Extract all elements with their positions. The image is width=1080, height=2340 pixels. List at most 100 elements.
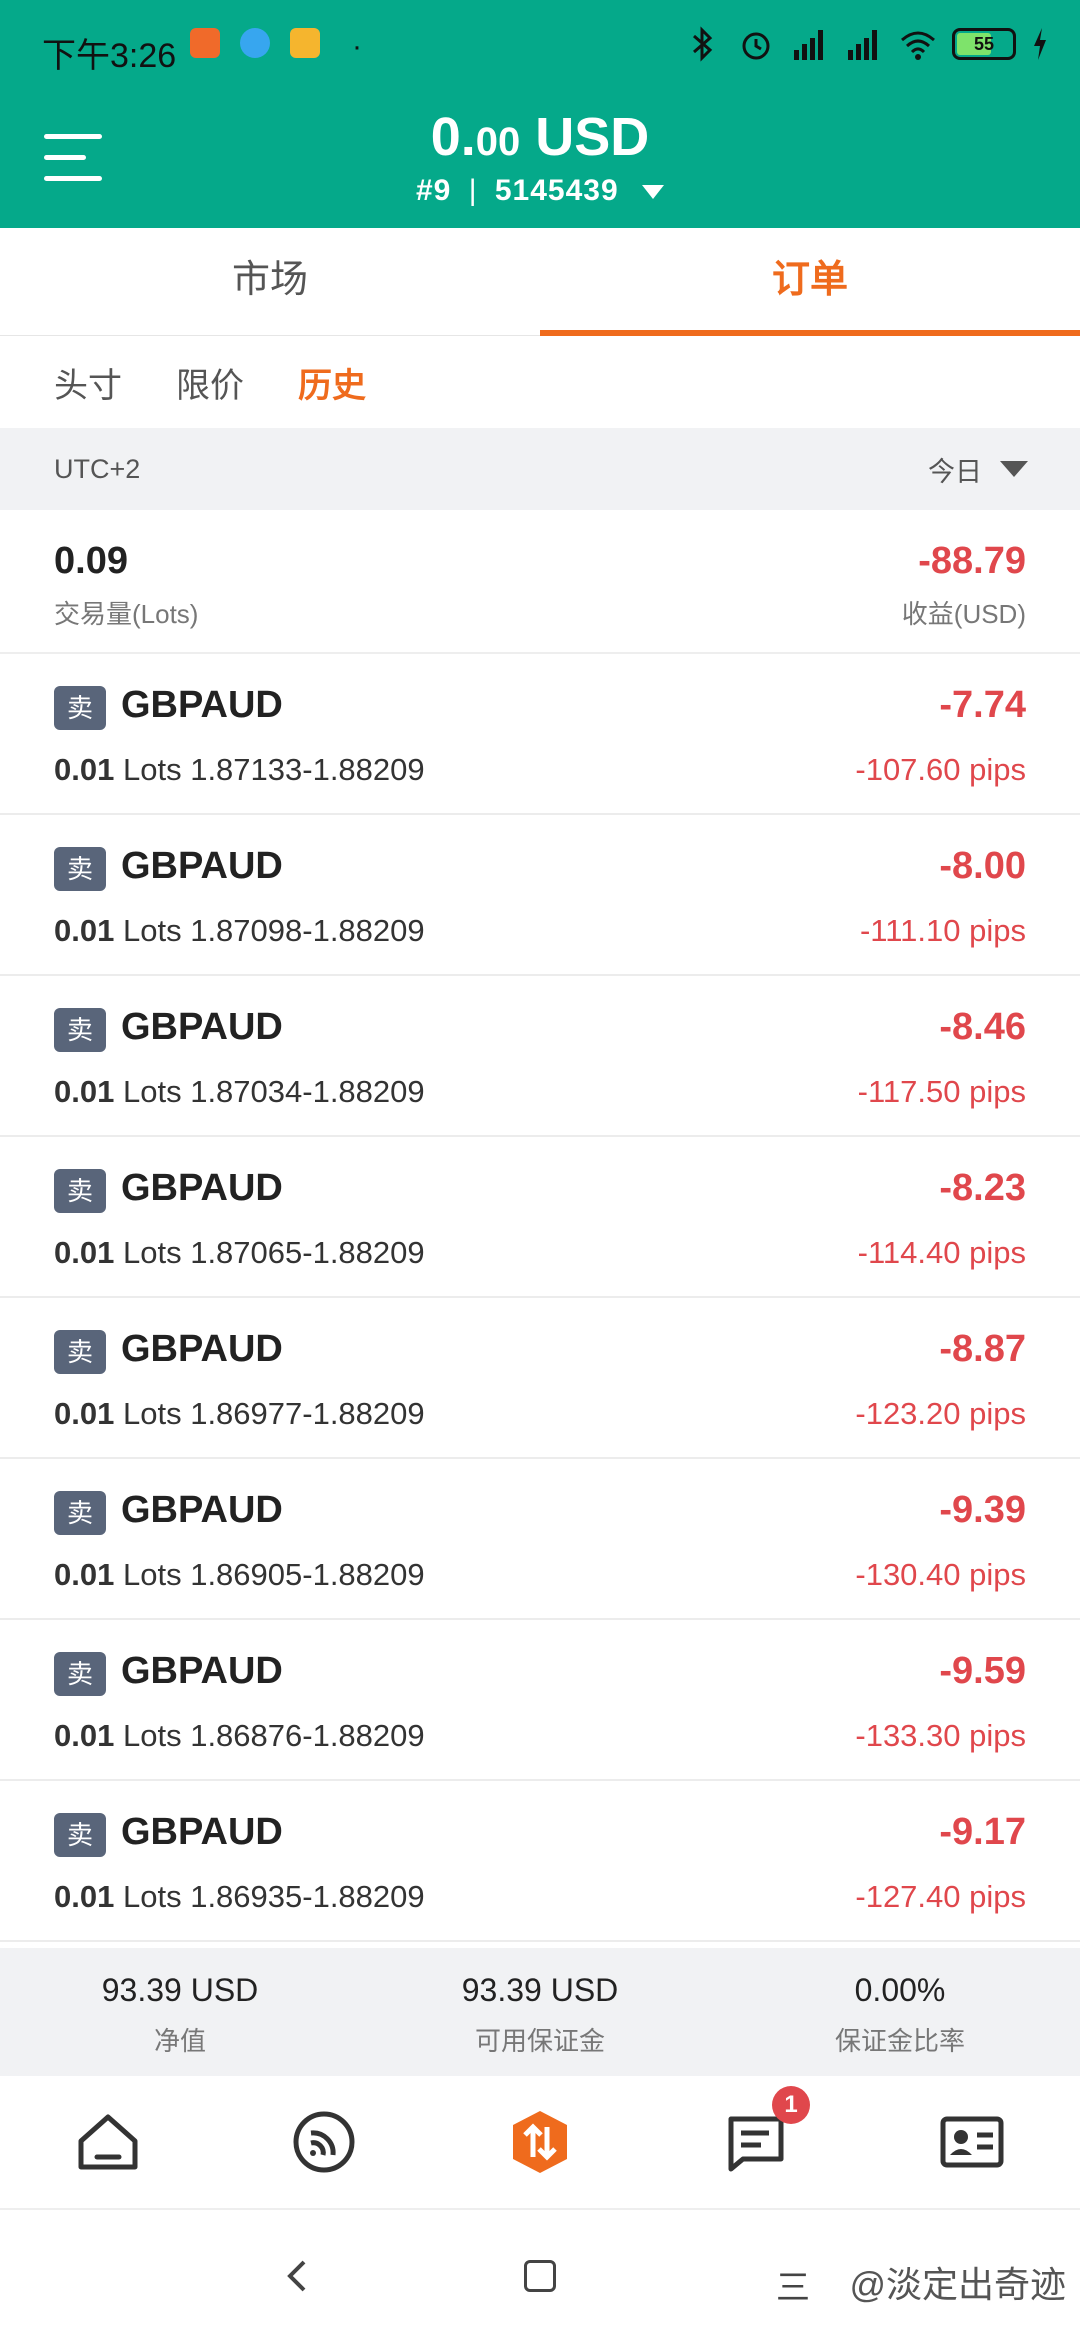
order-details: 0.01 Lots 1.87098-1.88209 <box>54 913 425 949</box>
notification-app-icon <box>190 28 220 58</box>
order-row[interactable]: 卖 GBPAUD 0.01 Lots 1.86977-1.88209 -8.87… <box>0 1298 1080 1459</box>
main-tabs: 市场 订单 <box>0 228 1080 336</box>
order-lots-unit: Lots <box>122 1879 182 1914</box>
order-lots-unit: Lots <box>122 913 182 948</box>
order-row[interactable]: 卖 GBPAUD 0.01 Lots 1.86905-1.88209 -9.39… <box>0 1459 1080 1620</box>
order-prices: 1.86905-1.88209 <box>190 1557 425 1592</box>
nav-home[interactable] <box>0 2076 216 2208</box>
signal-hd-icon <box>794 30 823 60</box>
period-dropdown[interactable]: 今日 <box>928 450 1028 489</box>
subtab-history[interactable]: 历史 <box>298 358 366 407</box>
order-pips: -133.30 pips <box>855 1718 1026 1753</box>
order-symbol: GBPAUD <box>121 1489 283 1531</box>
order-profit: -9.59 <box>939 1650 1026 1692</box>
side-badge: 卖 <box>54 686 106 730</box>
order-history-list: 卖 GBPAUD 0.01 Lots 1.87133-1.88209 -7.74… <box>0 654 1080 1942</box>
history-summary: 0.09 交易量(Lots) -88.79 收益(USD) <box>0 510 1080 654</box>
stat-value: 93.39 USD <box>461 1972 619 2008</box>
subtab-limit[interactable]: 限价 <box>176 358 244 407</box>
order-row[interactable]: 卖 GBPAUD 0.01 Lots 1.86935-1.88209 -9.17… <box>0 1781 1080 1942</box>
order-profit: -7.74 <box>939 684 1026 726</box>
account-id: 5145439 <box>494 174 619 207</box>
total-volume-value: 0.09 <box>54 540 128 582</box>
order-lots-unit: Lots <box>122 1235 182 1270</box>
order-lots: 0.01 <box>54 913 115 948</box>
stat-label: 净值 <box>153 2026 206 2056</box>
recent-apps-icon[interactable]: 三 <box>776 2260 810 2309</box>
chevron-down-icon <box>642 185 664 200</box>
home-button-icon[interactable] <box>524 2260 556 2292</box>
period-value: 今日 <box>928 456 982 487</box>
order-lots-unit: Lots <box>122 1557 182 1592</box>
order-prices: 1.87133-1.88209 <box>190 752 425 787</box>
order-subtabs: 头寸 限价 历史 <box>0 336 1080 428</box>
subtab-positions[interactable]: 头寸 <box>54 358 122 407</box>
order-pips: -117.50 pips <box>857 1074 1026 1109</box>
order-details: 0.01 Lots 1.86935-1.88209 <box>54 1879 425 1915</box>
order-symbol: GBPAUD <box>121 684 283 726</box>
order-lots: 0.01 <box>54 1235 115 1270</box>
account-balance: 0.00 USD <box>0 106 1080 168</box>
order-details: 0.01 Lots 1.86977-1.88209 <box>54 1396 425 1432</box>
order-profit: -8.87 <box>939 1328 1026 1370</box>
order-profit: -8.23 <box>939 1167 1026 1209</box>
balance-currency: USD <box>520 107 650 167</box>
order-symbol: GBPAUD <box>121 1328 283 1370</box>
status-app-icons <box>190 28 320 58</box>
charging-icon <box>1034 28 1046 60</box>
order-row[interactable]: 卖 GBPAUD 0.01 Lots 1.87065-1.88209 -8.23… <box>0 1137 1080 1298</box>
order-profit: -9.39 <box>939 1489 1026 1531</box>
history-filter-bar: UTC+2 今日 <box>0 428 1080 510</box>
side-badge: 卖 <box>54 1652 106 1696</box>
order-profit: -9.17 <box>939 1811 1026 1853</box>
order-row[interactable]: 卖 GBPAUD 0.01 Lots 1.86876-1.88209 -9.59… <box>0 1620 1080 1781</box>
order-prices: 1.86977-1.88209 <box>190 1396 425 1431</box>
profile-card-icon <box>940 2116 1004 2168</box>
tab-market[interactable]: 市场 <box>0 228 540 332</box>
order-pips: -123.20 pips <box>855 1396 1026 1431</box>
total-profit-label: 收益(USD) <box>901 599 1026 629</box>
notification-mail-icon <box>290 28 320 58</box>
trade-icon <box>513 2111 567 2173</box>
order-details: 0.01 Lots 1.87133-1.88209 <box>54 752 425 788</box>
watermark: @淡定出奇迹 <box>849 2264 1066 2305</box>
order-details: 0.01 Lots 1.87034-1.88209 <box>54 1074 425 1110</box>
side-badge: 卖 <box>54 1813 106 1857</box>
order-symbol: GBPAUD <box>121 1006 283 1048</box>
order-row[interactable]: 卖 GBPAUD 0.01 Lots 1.87098-1.88209 -8.00… <box>0 815 1080 976</box>
notification-badge: 1 <box>772 2086 810 2124</box>
alarm-icon <box>742 32 770 60</box>
order-pips: -111.10 pips <box>859 913 1026 948</box>
order-lots-unit: Lots <box>122 1074 182 1109</box>
system-navigation-bar: 三 @淡定出奇迹 <box>0 2210 1080 2340</box>
battery-level: 55 <box>973 34 995 54</box>
tab-orders[interactable]: 订单 <box>540 228 1080 336</box>
order-lots-unit: Lots <box>122 1718 182 1753</box>
side-badge: 卖 <box>54 1330 106 1374</box>
signal-icon <box>848 30 877 60</box>
order-symbol: GBPAUD <box>121 1167 283 1209</box>
stat-value: 0.00% <box>854 1972 946 2008</box>
status-indicators: 55 <box>682 24 1050 64</box>
back-icon[interactable] <box>278 2256 318 2296</box>
nav-signals[interactable] <box>216 2076 432 2208</box>
order-pips: -130.40 pips <box>855 1557 1026 1592</box>
stat-value: 93.39 USD <box>101 1972 259 2008</box>
timezone-label: UTC+2 <box>54 453 141 484</box>
order-row[interactable]: 卖 GBPAUD 0.01 Lots 1.87034-1.88209 -8.46… <box>0 976 1080 1137</box>
balance-dec: 00 <box>475 120 521 164</box>
balance-int: 0. <box>430 107 476 167</box>
order-lots-unit: Lots <box>122 1396 182 1431</box>
signal-icon <box>293 2111 355 2173</box>
total-profit-value: -88.79 <box>918 540 1026 582</box>
order-row[interactable]: 卖 GBPAUD 0.01 Lots 1.87133-1.88209 -7.74… <box>0 654 1080 815</box>
order-lots-unit: Lots <box>122 752 182 787</box>
nav-messages[interactable]: 1 <box>648 2076 864 2208</box>
order-details: 0.01 Lots 1.87065-1.88209 <box>54 1235 425 1271</box>
account-selector[interactable]: #9 | 5145439 <box>0 174 1080 208</box>
nav-profile[interactable] <box>864 2076 1080 2208</box>
stat-free-margin: 93.39 USD 可用保证金 <box>360 1948 720 2076</box>
nav-trade[interactable] <box>432 2076 648 2208</box>
order-prices: 1.86935-1.88209 <box>190 1879 425 1914</box>
status-dot: · <box>352 30 362 63</box>
